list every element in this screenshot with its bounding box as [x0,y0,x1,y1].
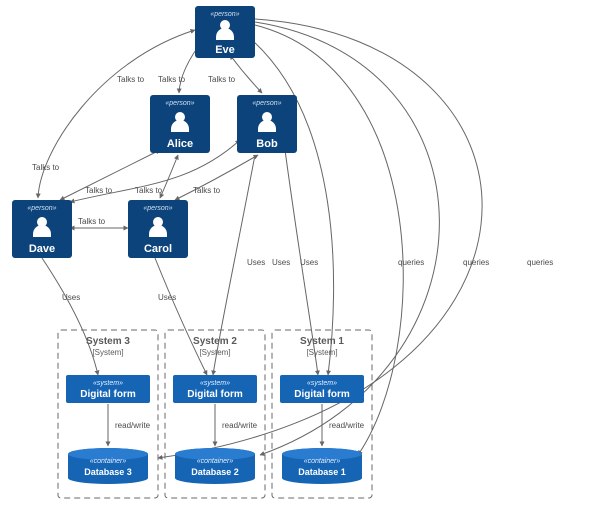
person-bob: «person» Bob [237,95,297,153]
svg-text:«container»: «container» [90,458,127,465]
svg-text:Dave: Dave [29,243,55,255]
edge-label: read/write [329,421,365,430]
edge-label: Uses [247,258,265,267]
svg-text:Database 1: Database 1 [298,467,346,477]
svg-text:System 1: System 1 [300,336,344,347]
svg-text:«person»: «person» [27,205,56,212]
svg-text:Carol: Carol [144,243,172,255]
svg-text:Digital form: Digital form [80,389,136,400]
svg-text:«container»: «container» [304,458,341,465]
edge-label: queries [398,258,424,267]
svg-text:Digital form: Digital form [187,389,243,400]
svg-text:Bob: Bob [256,138,278,150]
svg-text:System 2: System 2 [193,336,237,347]
edge-label: Talks to [117,75,145,84]
svg-text:System 3: System 3 [86,336,130,347]
svg-text:[System]: [System] [306,348,337,357]
svg-text:«system»: «system» [200,380,230,387]
svg-text:«person»: «person» [252,100,281,107]
edge-label: Uses [300,258,318,267]
svg-text:Database 2: Database 2 [191,467,239,477]
edge-label: Talks to [158,75,186,84]
edge-label: Uses [272,258,290,267]
person-carol: «person» Carol [128,200,188,258]
edge-label: read/write [222,421,258,430]
svg-text:Eve: Eve [215,44,235,56]
edge-label: Talks to [208,75,236,84]
edge-label: Talks to [32,163,60,172]
svg-text:«container»: «container» [197,458,234,465]
svg-text:Database 3: Database 3 [84,467,132,477]
svg-text:«person»: «person» [165,100,194,107]
svg-text:«system»: «system» [93,380,123,387]
c4-diagram: Talks to Talks to Talks to Talks to Talk… [0,0,600,505]
svg-text:«system»: «system» [307,380,337,387]
svg-text:[System]: [System] [92,348,123,357]
svg-text:«person»: «person» [143,205,172,212]
edge-label: Talks to [78,217,106,226]
person-eve: «person» Eve [195,6,255,58]
svg-text:Alice: Alice [167,138,193,150]
edge-label: read/write [115,421,151,430]
svg-text:Digital form: Digital form [294,389,350,400]
svg-text:«person»: «person» [210,11,239,18]
person-alice: «person» Alice [150,95,210,153]
edge-label: Talks to [193,186,221,195]
edge-label: queries [463,258,489,267]
person-dave: «person» Dave [12,200,72,258]
edge-label: Uses [62,293,80,302]
edge-label: Uses [158,293,176,302]
edge-label: queries [527,258,553,267]
svg-text:[System]: [System] [199,348,230,357]
